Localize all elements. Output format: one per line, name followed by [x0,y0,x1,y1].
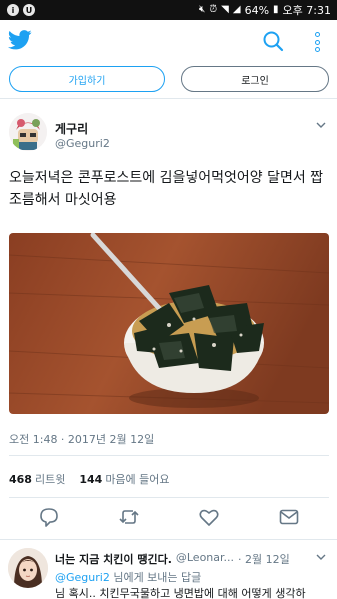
battery-icon: ▮ [273,4,279,15]
signup-button[interactable]: 가입하기 [9,66,165,92]
battery-percent: 64% [244,3,270,17]
author-name[interactable]: 게구리 [55,120,88,137]
reply-author-handle[interactable]: @Leonar... [176,551,234,567]
tweet-text: 오늘저녁은 콘푸로스트에 김을넣어먹엇어양 달면서 짭조름해서 마싯어용 [9,170,324,208]
reply-icon[interactable] [38,506,60,528]
like-stat[interactable]: 144 마음에 들어요 [79,471,169,487]
like-label: 마음에 들어요 [105,473,170,486]
like-icon[interactable] [198,506,220,528]
tweet-timestamp: 오전 1:48 · 2017년 2월 12일 [9,433,155,446]
reply-header: 너는 지금 치킨이 땡긴다. @Leonar... · 2월 12일 [55,551,290,567]
clock: 오후 7:31 [282,4,331,17]
reply-avatar[interactable] [8,548,48,588]
app-bar [0,20,337,64]
twitter-bird-icon[interactable] [8,30,32,50]
wifi-icon: ◥ [221,4,229,15]
search-icon[interactable] [262,30,284,52]
replying-to-suffix: 님에게 보내는 답글 [109,571,202,584]
alarm-icon: ⏰︎ [209,4,218,15]
reply-text: 님 혹시.. 치킨무국물하고 냉면밥에 대해 어떻게 생각하 [55,587,306,599]
replying-to: @Geguri2 님에게 보내는 답글 [55,569,201,585]
app-icon: U [23,4,35,16]
author-avatar[interactable] [9,113,47,151]
retweet-stat[interactable]: 468 리트윗 [9,471,65,487]
reply-mention-link[interactable]: @Geguri2 [55,571,110,584]
message-icon[interactable] [278,506,300,528]
stats-divider [9,497,329,498]
more-vertical-icon[interactable] [311,30,323,54]
tweet-actions [0,506,337,532]
auth-bar: 가입하기 로그인 [0,64,337,94]
actions-divider [0,539,337,540]
reply-author-name[interactable]: 너는 지금 치킨이 땡긴다. [55,551,172,567]
tweet-photo[interactable] [9,233,329,414]
like-count: 144 [79,473,103,486]
chevron-down-icon[interactable] [316,121,326,129]
notification-icon: i [7,4,19,16]
retweet-count: 468 [9,473,32,486]
mute-icon: 🔇︎ [199,4,206,15]
status-bar: i U 🔇︎ ⏰︎ ◥ ◢ 64% ▮ 오후 7:31 [0,0,337,20]
reply-chevron-down-icon[interactable] [316,553,326,561]
reply-date: · 2월 12일 [238,553,290,566]
header-divider [0,98,337,99]
signal-icon: ◢ [232,4,241,15]
meta-divider [9,455,329,456]
tweet-stats: 468 리트윗 144 마음에 들어요 [9,471,170,487]
login-button[interactable]: 로그인 [181,66,329,92]
author-handle[interactable]: @Geguri2 [55,137,110,150]
retweet-label: 리트윗 [34,473,66,486]
retweet-icon[interactable] [118,506,140,528]
